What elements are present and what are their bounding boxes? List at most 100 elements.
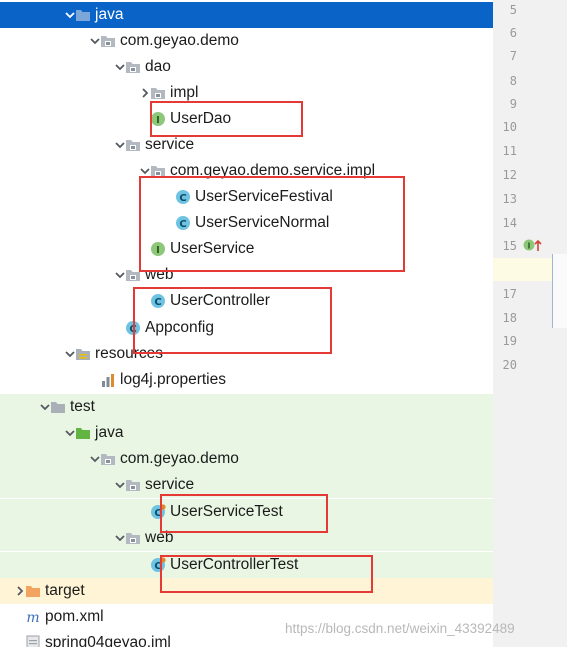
tree-node-userservicetest[interactable]: C UserServiceTest <box>0 499 493 525</box>
line-number: 11 <box>502 144 517 158</box>
tree-node-label: UserServiceFestival <box>195 188 333 205</box>
class-icon: C <box>175 215 191 231</box>
tree-node-service[interactable]: service <box>0 472 493 498</box>
tree-node-log4j-properties[interactable]: log4j.properties <box>0 367 493 393</box>
tree-node-label: UserDao <box>170 110 232 127</box>
tree-node-com-geyao-demo[interactable]: com.geyao.demo <box>0 446 493 472</box>
tree-node-label: UserControllerTest <box>170 556 299 573</box>
tree-node-label: com.geyao.demo <box>120 32 239 49</box>
test-class-icon: C <box>150 504 166 520</box>
svg-text:I: I <box>156 115 160 126</box>
tree-node-label: log4j.properties <box>120 371 226 388</box>
line-number: 14 <box>502 216 517 230</box>
package-icon <box>100 451 116 467</box>
test-class-icon: C <box>150 557 166 573</box>
package-icon <box>125 59 141 75</box>
editor-fold-strip <box>552 254 567 328</box>
iml-file-icon <box>25 635 41 647</box>
tree-node-label: test <box>70 398 95 415</box>
line-number: 10 <box>502 120 517 134</box>
tree-node-com-geyao-demo-service-impl[interactable]: com.geyao.demo.service.impl <box>0 158 493 184</box>
tree-node-userservicefestival[interactable]: C UserServiceFestival <box>0 184 493 210</box>
tree-node-label: java <box>95 424 124 441</box>
tree-node-label: resources <box>95 345 164 362</box>
tree-node-label: target <box>45 582 85 599</box>
tree-node-label: UserServiceTest <box>170 503 283 520</box>
resources-folder-icon <box>75 346 91 362</box>
tree-node-label: web <box>145 529 174 546</box>
tree-node-label: UserServiceNormal <box>195 214 330 231</box>
implemented-interface-icon[interactable]: I <box>523 237 543 258</box>
svg-text:I: I <box>528 242 531 251</box>
tree-node-label: pom.xml <box>45 608 104 625</box>
svg-text:C: C <box>129 324 136 335</box>
tree-node-usercontrollertest[interactable]: C UserControllerTest <box>0 552 493 578</box>
maven-icon: m <box>25 609 41 626</box>
excluded-folder-icon <box>25 583 41 599</box>
tree-node-label: UserService <box>170 240 255 257</box>
test-source-folder-icon <box>75 425 91 441</box>
line-number: 17 <box>502 287 517 301</box>
package-icon <box>100 33 116 49</box>
svg-text:C: C <box>154 297 161 308</box>
line-number: 18 <box>502 311 517 325</box>
tree-node-java[interactable]: java <box>0 2 493 28</box>
tree-node-resources[interactable]: resources <box>0 341 493 367</box>
svg-text:m: m <box>26 610 39 625</box>
class-icon: C <box>150 293 166 309</box>
tree-node-userservice[interactable]: I UserService <box>0 236 493 262</box>
line-number: 20 <box>502 358 517 372</box>
tree-node-label: impl <box>170 84 199 101</box>
tree-node-appconfig[interactable]: C Appconfig <box>0 315 493 341</box>
line-number: 15 <box>502 239 517 253</box>
class-icon: C <box>175 189 191 205</box>
tree-node-service[interactable]: service <box>0 132 493 158</box>
tree-node-label: web <box>145 266 174 283</box>
tree-node-label: com.geyao.demo <box>120 450 239 467</box>
line-number: 9 <box>509 97 517 111</box>
tree-node-label: java <box>95 6 124 23</box>
line-number: 5 <box>509 3 517 17</box>
tree-node-label: com.geyao.demo.service.impl <box>170 162 376 179</box>
tree-node-target[interactable]: target <box>0 578 493 604</box>
tree-node-userdao[interactable]: I UserDao <box>0 106 493 132</box>
svg-text:I: I <box>156 245 160 256</box>
svg-text:C: C <box>179 193 186 204</box>
project-tree[interactable]: java com.geyao.demo dao impl I UserDao service… <box>0 0 493 647</box>
package-icon <box>125 267 141 283</box>
package-icon <box>150 85 166 101</box>
svg-text:C: C <box>154 508 161 519</box>
tree-node-userservicenormal[interactable]: C UserServiceNormal <box>0 210 493 236</box>
line-number: 12 <box>502 168 517 182</box>
line-number: 13 <box>502 192 517 206</box>
tree-node-web[interactable]: web <box>0 525 493 551</box>
properties-file-icon <box>100 372 116 388</box>
tree-node-usercontroller[interactable]: C UserController <box>0 288 493 314</box>
interface-icon: I <box>150 241 166 257</box>
line-number: 7 <box>509 49 517 63</box>
watermark: https://blog.csdn.net/weixin_43392489 <box>285 621 515 636</box>
tree-node-com-geyao-demo[interactable]: com.geyao.demo <box>0 28 493 54</box>
tree-node-label: dao <box>145 58 171 75</box>
package-icon <box>125 477 141 493</box>
line-number: 19 <box>502 334 517 348</box>
tree-node-impl[interactable]: impl <box>0 80 493 106</box>
class-icon: C <box>125 320 141 336</box>
tree-node-dao[interactable]: dao <box>0 54 493 80</box>
tree-node-label: UserController <box>170 292 270 309</box>
tree-node-label: service <box>145 476 195 493</box>
svg-text:C: C <box>154 561 161 572</box>
tree-node-label: Appconfig <box>145 319 214 336</box>
package-icon <box>125 137 141 153</box>
tree-node-label: spring04geyao.iml <box>45 634 171 647</box>
tree-node-label: service <box>145 136 195 153</box>
interface-icon: I <box>150 111 166 127</box>
package-icon <box>125 530 141 546</box>
svg-text:C: C <box>179 219 186 230</box>
line-number: 8 <box>509 74 517 88</box>
folder-icon <box>50 399 66 415</box>
tree-node-test[interactable]: test <box>0 394 493 420</box>
tree-node-java[interactable]: java <box>0 420 493 446</box>
tree-node-web[interactable]: web <box>0 262 493 288</box>
package-icon <box>150 163 166 179</box>
